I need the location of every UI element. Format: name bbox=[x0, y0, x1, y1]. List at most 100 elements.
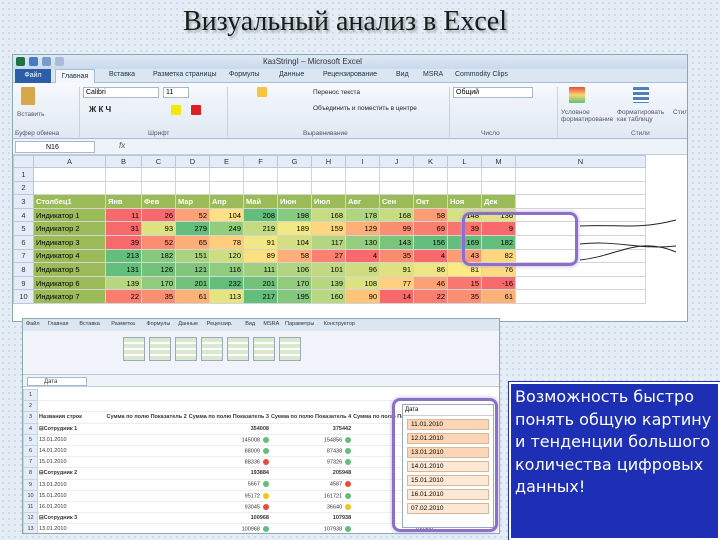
pivot-tab[interactable]: Формулы bbox=[146, 321, 170, 327]
cell[interactable]: Сумма по полю Показатель 3 bbox=[187, 411, 270, 424]
cell[interactable] bbox=[105, 512, 188, 525]
paste-icon[interactable] bbox=[21, 87, 35, 105]
cell[interactable] bbox=[175, 180, 210, 196]
cell[interactable]: 198 bbox=[277, 207, 312, 223]
pivot-tab[interactable]: Рецензир. bbox=[207, 321, 233, 327]
column-header[interactable]: C bbox=[141, 155, 176, 168]
cell[interactable]: ⊟Сотрудник 2 bbox=[37, 467, 106, 480]
conditional-formatting-button[interactable]: Условное форматирование bbox=[561, 109, 613, 137]
cell[interactable]: 354008 bbox=[187, 423, 270, 435]
style-swatch[interactable] bbox=[201, 337, 223, 361]
cell[interactable] bbox=[33, 180, 106, 196]
font-color-icon[interactable] bbox=[191, 105, 201, 115]
cell-styles-button[interactable]: Стили bbox=[673, 109, 687, 137]
column-header[interactable]: D bbox=[175, 155, 210, 168]
style-swatch[interactable] bbox=[253, 337, 275, 361]
tab-data[interactable]: Данные bbox=[279, 71, 304, 78]
cell[interactable]: 232 bbox=[209, 275, 244, 291]
cell[interactable]: 170 bbox=[277, 275, 312, 291]
cell[interactable]: Апр bbox=[209, 194, 244, 209]
row-header[interactable]: 6 bbox=[23, 444, 38, 458]
cell[interactable]: 46 bbox=[413, 275, 448, 291]
cell[interactable]: 213 bbox=[105, 248, 142, 264]
cell[interactable]: 219 bbox=[243, 221, 278, 236]
pivot-tab[interactable]: MSRA bbox=[263, 321, 279, 327]
cell[interactable] bbox=[105, 389, 188, 402]
row-header[interactable]: 9 bbox=[13, 275, 34, 291]
cell[interactable] bbox=[243, 167, 278, 182]
cell[interactable]: 4 bbox=[413, 248, 448, 264]
cell[interactable] bbox=[243, 180, 278, 196]
cell[interactable]: 156 bbox=[413, 234, 448, 250]
row-header[interactable]: 12 bbox=[23, 512, 38, 525]
column-header[interactable]: H bbox=[311, 155, 346, 168]
cell[interactable]: 160 bbox=[311, 289, 346, 304]
cell[interactable] bbox=[515, 289, 646, 304]
cell[interactable]: Сумма по полю Показатель 2 bbox=[105, 411, 188, 424]
tab-formulas[interactable]: Формулы bbox=[229, 71, 259, 78]
cell[interactable]: 77 bbox=[379, 275, 414, 291]
column-header[interactable]: J bbox=[379, 155, 414, 168]
cell[interactable]: Сумма по полю Показатель 4 bbox=[269, 411, 353, 424]
cell[interactable] bbox=[277, 167, 312, 182]
row-header[interactable]: 2 bbox=[23, 400, 38, 413]
row-header[interactable]: 5 bbox=[23, 433, 38, 446]
font-size-select[interactable]: 11 bbox=[163, 87, 189, 98]
cell[interactable]: 78 bbox=[209, 234, 244, 250]
cell[interactable]: 91 bbox=[243, 234, 278, 250]
cell[interactable] bbox=[277, 180, 312, 196]
tab-view[interactable]: Вид bbox=[396, 71, 409, 78]
cell[interactable] bbox=[37, 389, 106, 402]
style-swatch[interactable] bbox=[175, 337, 197, 361]
row-header[interactable]: 1 bbox=[13, 167, 34, 182]
cell[interactable]: 205948 bbox=[269, 467, 353, 480]
cell[interactable] bbox=[481, 180, 516, 196]
cell[interactable] bbox=[105, 523, 188, 533]
cell[interactable]: 52 bbox=[175, 207, 210, 223]
cell[interactable]: 104 bbox=[277, 234, 312, 250]
cell[interactable]: Фев bbox=[141, 194, 176, 209]
cell[interactable] bbox=[105, 479, 188, 491]
cell[interactable] bbox=[269, 400, 353, 413]
cell[interactable]: 129 bbox=[345, 221, 380, 236]
cell[interactable] bbox=[311, 180, 346, 196]
cell[interactable] bbox=[105, 180, 142, 196]
cell[interactable]: 101 bbox=[311, 262, 346, 277]
cell[interactable]: 106 bbox=[277, 262, 312, 277]
cell[interactable]: 96 bbox=[345, 262, 380, 277]
cell[interactable]: Июн bbox=[277, 194, 312, 209]
cell[interactable]: Янв bbox=[105, 194, 142, 209]
cell[interactable] bbox=[33, 167, 106, 182]
cell[interactable] bbox=[515, 275, 646, 291]
cell[interactable]: 97326 bbox=[269, 456, 353, 469]
pivot-tab[interactable]: Данные bbox=[178, 321, 198, 327]
cell[interactable]: 5667 bbox=[187, 479, 270, 491]
cell[interactable]: Окт bbox=[413, 194, 448, 209]
cell[interactable] bbox=[105, 501, 188, 514]
column-header[interactable]: F bbox=[243, 155, 278, 168]
cell[interactable]: 93 bbox=[141, 221, 176, 236]
cell[interactable] bbox=[413, 180, 448, 196]
row-header[interactable]: 6 bbox=[13, 234, 34, 250]
cell[interactable] bbox=[515, 167, 646, 182]
cell[interactable]: 91 bbox=[379, 262, 414, 277]
cell[interactable]: 178 bbox=[345, 207, 380, 223]
cell[interactable]: Авг bbox=[345, 194, 380, 209]
cell[interactable]: 22 bbox=[105, 289, 142, 304]
cell[interactable]: 15 bbox=[447, 275, 482, 291]
cell[interactable] bbox=[175, 167, 210, 182]
cell[interactable]: 120 bbox=[209, 248, 244, 264]
cell[interactable]: 279 bbox=[175, 221, 210, 236]
column-header[interactable]: G bbox=[277, 155, 312, 168]
cell[interactable]: 131 bbox=[105, 262, 142, 277]
cell[interactable]: 35 bbox=[141, 289, 176, 304]
cell[interactable]: 189 bbox=[277, 221, 312, 236]
cell[interactable]: 14 bbox=[379, 289, 414, 304]
cell[interactable]: 151 bbox=[175, 248, 210, 264]
row-header[interactable]: 2 bbox=[13, 180, 34, 196]
cell[interactable]: 111 bbox=[243, 262, 278, 277]
redo-icon[interactable] bbox=[55, 57, 64, 66]
number-format-select[interactable]: Общий bbox=[453, 87, 533, 98]
style-swatch[interactable] bbox=[279, 337, 301, 361]
tab-page-layout[interactable]: Разметка страницы bbox=[153, 71, 217, 78]
